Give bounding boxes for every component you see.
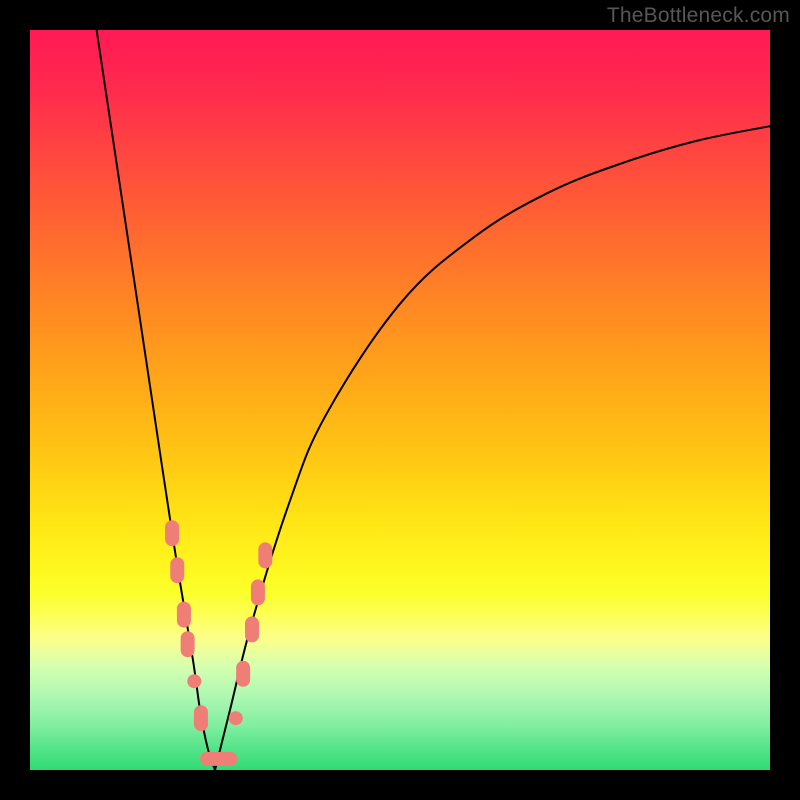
data-point (165, 520, 179, 546)
data-point (258, 542, 272, 568)
data-point (194, 705, 208, 731)
chart-frame: TheBottleneck.com (0, 0, 800, 800)
chart-svg (30, 30, 770, 770)
data-point (251, 579, 265, 605)
data-point (181, 631, 195, 657)
data-point (229, 711, 243, 725)
data-point (245, 616, 259, 642)
curve-right-branch (215, 126, 770, 770)
data-point (187, 674, 201, 688)
curve-left-branch (97, 30, 215, 770)
plot-area (30, 30, 770, 770)
data-points-group (165, 520, 272, 766)
data-point (170, 557, 184, 583)
data-point (213, 752, 237, 766)
data-point (177, 602, 191, 628)
watermark-text: TheBottleneck.com (607, 4, 790, 28)
data-point (236, 661, 250, 687)
